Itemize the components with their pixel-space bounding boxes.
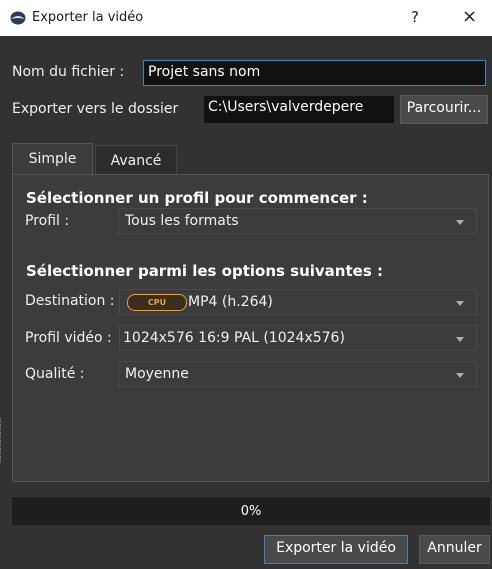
cancel-button[interactable]: Annuler	[419, 535, 490, 564]
quality-label: Qualité :	[25, 366, 85, 382]
profile-select[interactable]: Tous les formats	[118, 208, 477, 234]
destination-select-value: MP4 (h.264)	[188, 294, 273, 310]
filename-input[interactable]: Projet sans nom	[143, 60, 486, 86]
tab-advanced[interactable]: Avancé	[95, 145, 177, 175]
title-bar: Exporter la vidéo ? ×	[0, 0, 492, 36]
browse-button[interactable]: Parcourir...	[400, 95, 488, 124]
video-profile-label: Profil vidéo :	[25, 330, 112, 346]
chevron-down-icon	[456, 337, 464, 342]
options-heading: Sélectionner parmi les options suivantes…	[26, 262, 383, 280]
destination-label: Destination :	[25, 293, 115, 309]
destination-select[interactable]: CPU MP4 (h.264)	[119, 289, 477, 315]
profile-label: Profil :	[25, 213, 70, 229]
export-progress-bar: 0%	[12, 497, 490, 525]
quality-select[interactable]: Moyenne	[118, 361, 477, 387]
export-folder-label: Exporter vers le dossier	[12, 101, 179, 117]
simple-tab-panel: Sélectionner un profil pour commencer : …	[12, 174, 489, 482]
chevron-down-icon	[456, 220, 464, 225]
openshot-logo-icon	[10, 11, 26, 25]
video-profile-select-value: 1024x576 16:9 PAL (1024x576)	[123, 330, 345, 346]
profile-select-value: Tous les formats	[125, 213, 239, 229]
help-button[interactable]: ?	[411, 8, 419, 26]
export-folder-input[interactable]: C:\Users\valverdepere	[204, 96, 394, 123]
cpu-badge: CPU	[127, 294, 187, 311]
progress-label: 0%	[240, 504, 262, 519]
video-profile-select[interactable]: 1024x576 16:9 PAL (1024x576)	[119, 325, 477, 351]
close-button[interactable]: ×	[462, 6, 477, 27]
chevron-down-icon	[456, 301, 464, 306]
filename-label: Nom du fichier :	[12, 64, 125, 80]
chevron-down-icon	[456, 373, 464, 378]
window-edge-mark	[0, 418, 4, 463]
window-title: Exporter la vidéo	[32, 10, 144, 25]
quality-select-value: Moyenne	[125, 366, 189, 382]
tab-simple[interactable]: Simple	[12, 143, 93, 175]
export-video-button[interactable]: Exporter la vidéo	[264, 535, 408, 564]
profile-heading: Sélectionner un profil pour commencer :	[26, 189, 368, 207]
